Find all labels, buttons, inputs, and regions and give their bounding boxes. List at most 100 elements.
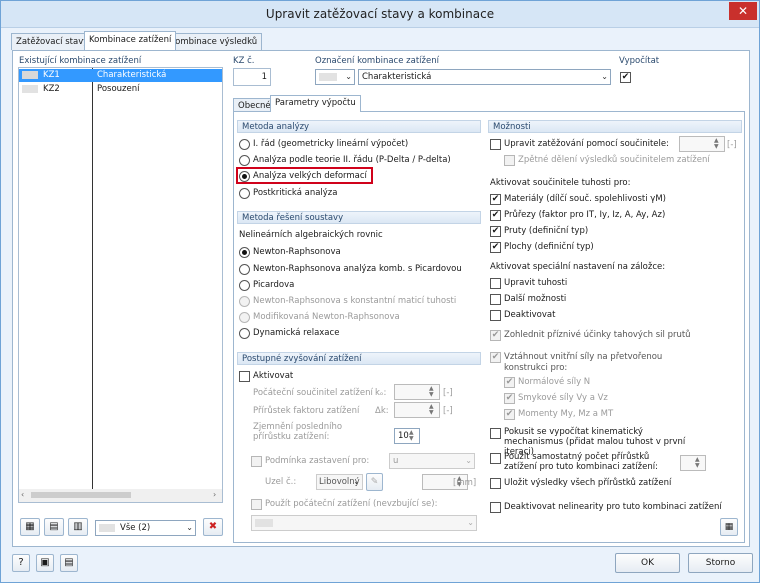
storno-button[interactable]: Storno [688, 553, 753, 573]
radio-dynamicka[interactable] [239, 328, 250, 339]
pruty-checkbox[interactable]: ✔ [490, 226, 501, 237]
main-panel: Existující kombinace zatížení KZ1 Charak… [12, 50, 750, 547]
tab-zatezovaci-stavy[interactable]: Zatěžovací stavy [11, 33, 94, 50]
horizontal-scrollbar[interactable]: ‹ › [19, 489, 222, 502]
zjemneni-label: Zjemnění posledního přírůstku zatížení: [253, 422, 343, 442]
samostatny-spin[interactable]: ▲ ▼ [680, 455, 706, 471]
momenty-checkbox[interactable]: ✔ [504, 409, 515, 420]
zpetne-checkbox[interactable] [504, 155, 515, 166]
unit-label: [mm] [453, 478, 477, 488]
chevron-down-icon: ⌄ [353, 477, 360, 486]
ok-button[interactable]: OK [615, 553, 680, 573]
deaktivovat-checkbox[interactable] [490, 310, 501, 321]
radio-modifikovana[interactable] [239, 312, 250, 323]
prirustek-symbol: Δk: [375, 406, 389, 416]
upravit-label: Upravit zatěžování pomocí součinitele: [504, 139, 669, 149]
uzel-select[interactable]: Libovolný ⌄ [316, 474, 363, 490]
vypocitat-checkbox[interactable]: ✔ [620, 72, 631, 83]
prirustek-label: Přírůstek faktoru zatížení [253, 406, 360, 416]
title-bar: Upravit zatěžovací stavy a kombinace ✕ [1, 1, 759, 28]
moznosti-header: Možnosti [488, 120, 742, 133]
radio-druhy-rad[interactable] [239, 155, 250, 166]
deaktivovat-label: Deaktivovat [504, 310, 556, 320]
radio-postkriticka[interactable] [239, 188, 250, 199]
window-title: Upravit zatěžovací stavy a kombinace [265, 7, 495, 21]
new-combo-icon[interactable]: ▦ [20, 518, 40, 536]
podminka-select[interactable]: u ⌄ [389, 453, 475, 469]
radio-newton[interactable] [239, 247, 250, 258]
radio-newton-picard[interactable] [239, 264, 250, 275]
pocatecni-label: Počáteční součinitel zatížení [253, 388, 373, 398]
unit-label: [-] [443, 388, 453, 398]
radio-label: I. řád (geometricky lineární výpočet) [253, 139, 409, 149]
radio-label: Newton-Raphsonova [253, 247, 341, 257]
dalsi-moznosti-checkbox[interactable] [490, 294, 501, 305]
close-button[interactable]: ✕ [729, 2, 757, 20]
zjemneni-spin[interactable]: 10 ▲ ▼ [394, 428, 420, 444]
ulozit-checkbox[interactable] [490, 478, 501, 489]
combo-type-select[interactable]: ⌄ [315, 69, 355, 85]
settings-table-icon[interactable]: ▦ [720, 518, 738, 536]
tuhosti-heading: Aktivovat součinitele tuhosti pro: [490, 178, 631, 188]
radio-prvni-rad[interactable] [239, 139, 250, 150]
radio-picard[interactable] [239, 280, 250, 291]
tab-kombinace-vysledku[interactable]: Kombinace výsledků [165, 33, 263, 50]
subtab-parametry[interactable]: Parametry výpočtu [270, 95, 361, 112]
smykove-checkbox[interactable]: ✔ [504, 393, 515, 404]
plochy-checkbox[interactable]: ✔ [490, 242, 501, 253]
upravit-zatezovani-checkbox[interactable] [490, 139, 501, 150]
combo-name-select[interactable]: Charakteristická ⌄ [358, 69, 611, 85]
pouzit-select[interactable]: ⌄ [251, 515, 477, 531]
pocatecni-spin[interactable]: ▲ ▼ [394, 384, 440, 400]
specialni-heading: Aktivovat speciální nastavení na záložce… [490, 262, 666, 272]
upravit-spin[interactable]: ▲ ▼ [679, 136, 725, 152]
radio-label: Newton-Raphsonova analýza komb. s Picard… [253, 264, 462, 274]
tab-kombinace-zatizeni[interactable]: Kombinace zatížení [84, 31, 177, 50]
prirustek-spin[interactable]: ▲ ▼ [394, 402, 440, 418]
deaktivovat-nelinearity-checkbox[interactable] [490, 502, 501, 513]
normalove-checkbox[interactable]: ✔ [504, 377, 515, 388]
radio-label: Picardova [253, 280, 295, 290]
kz-number-field[interactable]: 1 [233, 68, 271, 86]
dialog-window: Upravit zatěžovací stavy a kombinace ✕ Z… [0, 0, 760, 583]
unit-label: [-] [727, 140, 737, 150]
pick-node-icon[interactable]: ✎ [366, 473, 383, 491]
vztahnout-checkbox[interactable]: ✔ [490, 352, 501, 363]
radio-newton-konst[interactable] [239, 296, 250, 307]
samostatny-checkbox[interactable] [490, 453, 501, 464]
delete-icon[interactable]: ✖ [203, 518, 223, 536]
prurezy-label: Průřezy (faktor pro IT, Iy, Iz, A, Ay, A… [504, 210, 666, 220]
pouzit-label: Použít počáteční zatížení (nevzbující se… [265, 499, 438, 509]
radio-velke-deformace[interactable] [239, 171, 250, 182]
unit-label: [-] [443, 406, 453, 416]
save-icon[interactable]: ▤ [60, 554, 78, 572]
aktivovat-label: Aktivovat [253, 371, 294, 381]
pruty-label: Pruty (definiční typ) [504, 226, 589, 236]
upravit-tuhosti-label: Upravit tuhosti [504, 278, 568, 288]
existing-combos-header: Existující kombinace zatížení [19, 56, 142, 66]
materialy-checkbox[interactable]: ✔ [490, 194, 501, 205]
chevron-down-icon: ⌄ [345, 72, 352, 81]
deaktivovat-nelinearity-label: Deaktivovat nelinearity pro tuto kombina… [504, 502, 722, 512]
copy-combo-icon[interactable]: ▤ [44, 518, 64, 536]
combo-list: KZ1 Charakteristická KZ2 Posouzení ‹ › [18, 67, 223, 503]
zohlednit-checkbox[interactable]: ✔ [490, 330, 501, 341]
podminka-checkbox[interactable] [251, 456, 262, 467]
uzel-label: Uzel č.: [265, 477, 297, 487]
upravit-tuhosti-checkbox[interactable] [490, 278, 501, 289]
aktivovat-checkbox[interactable] [239, 371, 250, 382]
prurezy-checkbox[interactable]: ✔ [490, 210, 501, 221]
pouzit-checkbox[interactable] [251, 499, 262, 510]
list-item[interactable]: KZ2 Posouzení [19, 83, 222, 96]
list-item[interactable]: KZ1 Charakteristická [19, 69, 222, 82]
radio-label: Analýza podle teorie II. řádu (P-Delta /… [253, 155, 451, 165]
radio-label: Analýza velkých deformací [253, 171, 367, 181]
metoda-analyzy-header: Metoda analýzy [237, 120, 481, 133]
vztahnout-label: Vztáhnout vnitřní síly na přetvořenou ko… [504, 352, 663, 373]
renumber-icon[interactable]: ▥ [68, 518, 88, 536]
pokusit-checkbox[interactable] [490, 428, 501, 439]
help-icon[interactable]: ? [12, 554, 30, 572]
filter-select[interactable]: Vše (2) ⌄ [95, 520, 196, 536]
plochy-label: Plochy (definiční typ) [504, 242, 594, 252]
open-icon[interactable]: ▣ [36, 554, 54, 572]
